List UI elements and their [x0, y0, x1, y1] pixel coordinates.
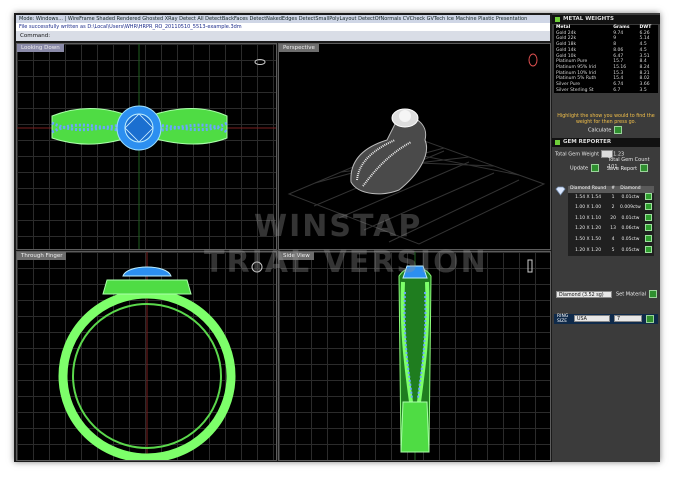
gem-table: Diamond Round # Diamond 1.54 X 1.54 1 0.01…: [568, 186, 654, 257]
column-header: [642, 186, 654, 193]
table-header-row: Diamond Round # Diamond: [568, 186, 654, 193]
dwt-value: 3.5: [639, 87, 647, 93]
viewport-title[interactable]: Side View: [279, 252, 314, 260]
gem-select-checkbox[interactable]: [644, 234, 652, 242]
table-row[interactable]: 1.50 X 1.50 4 0.05ctw: [568, 234, 654, 246]
total-weight-label: Total Gem Weight: [555, 151, 600, 158]
gem-weight: 0.01ctw: [621, 194, 640, 200]
viewport-looking-down[interactable]: Looking Down: [16, 43, 277, 250]
viewport-title[interactable]: Perspective: [279, 44, 319, 52]
ring-size-select[interactable]: 7: [614, 315, 642, 322]
ring-size-label: RING SIZE: [557, 314, 569, 324]
update-label: Update: [570, 165, 589, 172]
calculate-row: Calculate: [588, 126, 623, 135]
gem-count: 13: [610, 226, 616, 232]
ring-size-apply-button[interactable]: [646, 315, 654, 323]
panel-icon: [555, 140, 560, 145]
material-select[interactable]: Diamond (3.52 sg): [556, 291, 612, 298]
ring-perspective-view: [287, 53, 546, 245]
gem-size: 1.20 X 1.20: [575, 226, 602, 232]
table-row[interactable]: 1.20 X 1.20 13 0.06ctw: [568, 224, 654, 235]
ring-side-view: [398, 252, 533, 460]
set-material-row: Set Material: [616, 290, 658, 299]
table-row[interactable]: 1.54 X 1.54 1 0.01ctw: [568, 192, 654, 204]
metal-weights-title: METAL WEIGHTS: [563, 16, 614, 22]
calculate-label: Calculate: [588, 127, 612, 134]
gem-size: 1.00 X 1.00: [575, 205, 602, 211]
ring-top-view: [17, 44, 276, 249]
gem-count: 1: [611, 194, 615, 200]
gem-count: 5: [611, 247, 615, 253]
table-row[interactable]: Silver Sterling St 6.7 3.5: [554, 88, 658, 94]
set-material-label: Set Material: [616, 291, 647, 298]
grams-value: 6.7: [613, 87, 621, 93]
table-row[interactable]: 1.10 X 1.10 20 0.01ctw: [568, 213, 654, 225]
set-material-button[interactable]: [649, 290, 658, 298]
ring-standard-select[interactable]: USA: [574, 315, 610, 322]
gem-size: 1.10 X 1.10: [575, 215, 602, 221]
gem-count: 20: [610, 215, 616, 221]
gem-select-checkbox[interactable]: [644, 224, 652, 232]
metal-name: Silver Sterling St: [556, 87, 594, 93]
menu-text[interactable]: Mode: Windows... | WireFrame Shaded Rend…: [16, 16, 527, 22]
gem-select-checkbox[interactable]: [644, 192, 652, 200]
metal-weights-hint: Highlight the show you would to find the…: [557, 114, 655, 125]
display-mode-menubar[interactable]: Mode: Windows... | WireFrame Shaded Rend…: [16, 15, 550, 23]
table-row[interactable]: 1.00 X 1.00 2 0.009ctw: [568, 203, 654, 214]
gem-select-checkbox[interactable]: [644, 245, 652, 253]
gem-select-checkbox[interactable]: [644, 213, 652, 221]
metal-weights-header: METAL WEIGHTS: [552, 15, 660, 24]
viewport-through-finger[interactable]: Through Finger: [16, 251, 277, 461]
gem-weight: 0.01ctw: [621, 215, 640, 221]
gem-size: 1.50 X 1.50: [575, 236, 602, 242]
column-header: #: [608, 186, 618, 193]
command-prompt[interactable]: Command:: [16, 31, 550, 41]
metal-weights-table: Metal Grams DWT Gold 24k 9.74 6.26 Gold 22…: [554, 25, 658, 94]
plugin-panel: METAL WEIGHTS Metal Grams DWT Gold 24k 9.…: [552, 13, 660, 462]
gem-size: 1.54 X 1.54: [575, 194, 602, 200]
viewport-perspective[interactable]: Perspective: [278, 43, 551, 250]
gem-reporter-title: GEM REPORTER: [563, 139, 612, 145]
gem-weight: 0.05ctw: [621, 236, 640, 242]
ring-front-view: [58, 252, 263, 460]
status-line: File successfully written as D:\Local\Us…: [16, 23, 550, 31]
diamond-icon: [555, 186, 566, 196]
gem-reporter-header: GEM REPORTER: [552, 138, 660, 147]
save-report-label: Save Report: [606, 165, 638, 172]
gem-actions: Update Save Report: [570, 164, 649, 173]
gem-size: 1.20 X 1.20: [575, 247, 602, 253]
gem-weight: 0.05ctw: [621, 247, 640, 253]
gem-count: 4: [611, 236, 615, 242]
column-header: Diamond: [617, 186, 643, 193]
table-row[interactable]: 1.20 X 1.20 5 0.05ctw: [568, 245, 654, 257]
viewport-title[interactable]: Through Finger: [17, 252, 67, 260]
update-button[interactable]: [591, 164, 600, 172]
viewport-side-view[interactable]: Side View: [278, 251, 551, 461]
gem-count: 2: [611, 205, 615, 211]
app-window: Mode: Windows... | WireFrame Shaded Rend…: [14, 13, 660, 462]
column-header: Diamond Round: [568, 186, 609, 193]
status-text: File successfully written as D:\Local\Us…: [19, 24, 242, 30]
gem-select-checkbox[interactable]: [644, 203, 652, 211]
save-report-button[interactable]: [640, 164, 649, 172]
panel-icon: [555, 17, 560, 22]
total-count-label: Total Gem Count: [608, 157, 650, 163]
gem-weight: 0.009ctw: [620, 205, 641, 211]
calculate-button[interactable]: [614, 126, 623, 134]
viewport-title[interactable]: Looking Down: [17, 44, 64, 52]
ring-size-bar: RING SIZE USA 7: [554, 314, 658, 324]
gem-weight: 0.06ctw: [621, 226, 640, 232]
command-label: Command:: [20, 33, 51, 39]
